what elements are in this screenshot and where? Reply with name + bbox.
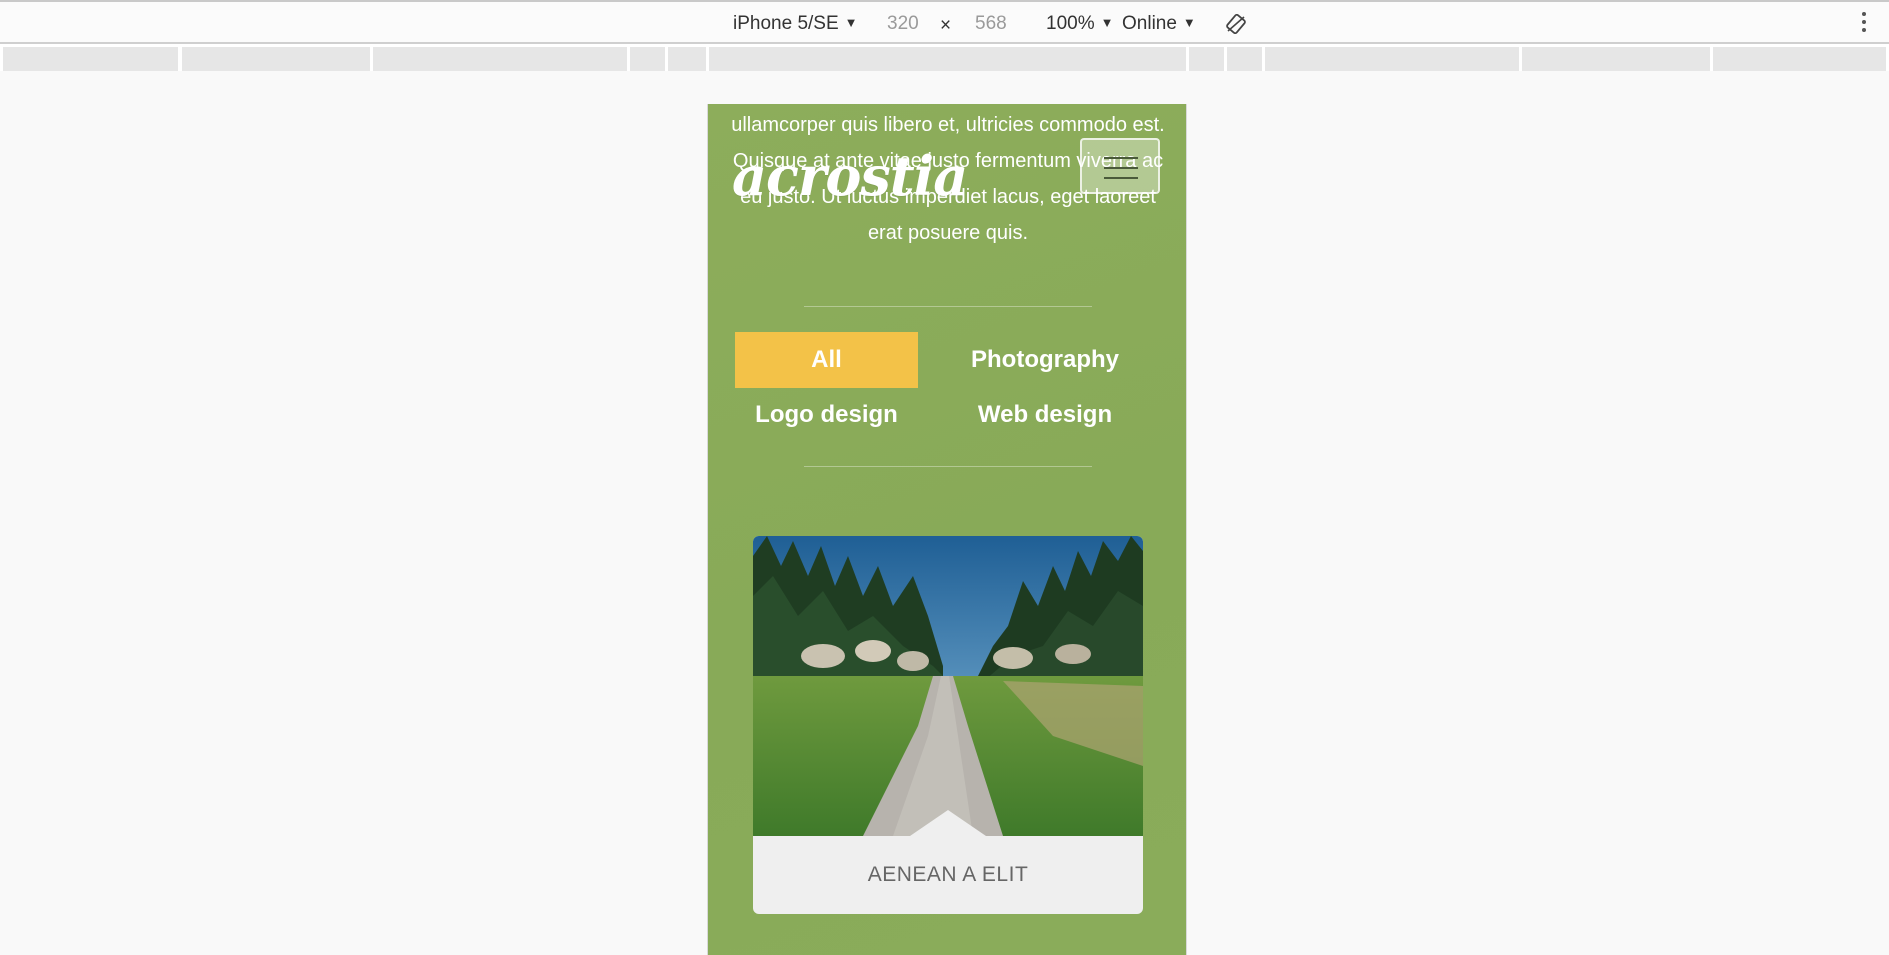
portfolio-card[interactable]: AENEAN A ELIT: [753, 536, 1143, 914]
network-throttle-select[interactable]: Online ▼: [1122, 13, 1196, 35]
filter-logo-design[interactable]: Logo design: [735, 387, 918, 443]
media-query-segment[interactable]: [1713, 47, 1886, 71]
media-query-segment[interactable]: [1265, 47, 1519, 71]
portfolio-item-title[interactable]: AENEAN A ELIT: [753, 836, 1143, 914]
height-input[interactable]: 568: [975, 13, 1007, 35]
device-select-label: iPhone 5/SE: [733, 13, 839, 34]
filter-web-design[interactable]: Web design: [953, 387, 1137, 443]
card-notch: [910, 810, 986, 836]
device-select[interactable]: iPhone 5/SE ▼: [733, 13, 858, 35]
media-query-bar: [0, 44, 1889, 71]
filter-all[interactable]: All: [735, 332, 918, 388]
media-query-segment[interactable]: [630, 47, 665, 71]
media-query-segment[interactable]: [1227, 47, 1262, 71]
media-query-segment[interactable]: [668, 47, 706, 71]
dimension-separator: ×: [940, 15, 952, 36]
media-query-segment[interactable]: [1189, 47, 1224, 71]
more-options-icon[interactable]: [1860, 12, 1868, 36]
media-query-segment[interactable]: [1522, 47, 1710, 71]
network-throttle-label: Online: [1122, 13, 1177, 34]
media-query-segment[interactable]: [373, 47, 627, 71]
zoom-select[interactable]: 100% ▼: [1046, 13, 1113, 35]
portfolio-image: [753, 536, 1143, 836]
rotate-icon[interactable]: [1225, 14, 1247, 34]
site-logo[interactable]: acrostia: [732, 144, 968, 208]
divider: [804, 306, 1092, 307]
hamburger-menu-button[interactable]: [1080, 138, 1160, 194]
media-query-segment[interactable]: [709, 47, 1186, 71]
divider: [804, 466, 1092, 467]
device-toolbar: iPhone 5/SE ▼ 320 × 568 100% ▼ Online ▼: [0, 0, 1889, 44]
width-input[interactable]: 320: [887, 13, 919, 35]
filter-photography[interactable]: Photography: [953, 332, 1137, 388]
menu-bar-icon: [1104, 177, 1138, 179]
zoom-select-label: 100%: [1046, 13, 1095, 34]
media-query-segment[interactable]: [3, 47, 178, 71]
media-query-segment[interactable]: [182, 47, 370, 71]
chevron-down-icon: ▼: [1100, 15, 1114, 30]
menu-bar-icon: [1104, 167, 1138, 169]
chevron-down-icon: ▼: [844, 15, 858, 30]
device-viewport: ullamcorper quis libero et, ultricies co…: [707, 104, 1187, 955]
chevron-down-icon: ▼: [1182, 15, 1196, 30]
menu-bar-icon: [1104, 157, 1138, 159]
